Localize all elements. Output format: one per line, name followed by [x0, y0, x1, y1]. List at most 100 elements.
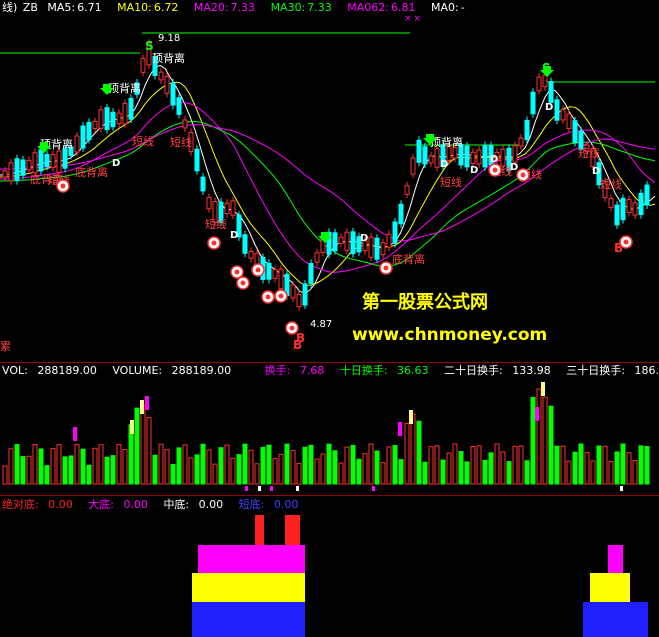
candle-body: [536, 76, 542, 92]
volume-bar: [440, 459, 446, 485]
volume-marker: [620, 486, 623, 491]
candle-body: [560, 109, 566, 121]
volume-bar: [638, 445, 644, 485]
bottom-indicator-canvas[interactable]: [0, 495, 659, 637]
candle-body: [158, 71, 164, 81]
volume-bar: [134, 407, 140, 485]
volume-bar: [344, 446, 350, 485]
candle-body: [470, 151, 476, 164]
candle-body: [176, 97, 182, 115]
bottom-signal-icon: [278, 293, 284, 299]
volume-marker: [270, 486, 273, 491]
candle-body: [374, 237, 380, 260]
candle-body: [464, 145, 470, 168]
volume-bar: [14, 444, 20, 485]
candle-body: [386, 233, 392, 248]
volume-bar: [452, 443, 458, 485]
annotation-label: 短线: [132, 134, 154, 148]
volume-bar: [302, 446, 308, 485]
candle-body: [206, 196, 212, 210]
volume-bar: [482, 459, 488, 485]
volume-bar: [20, 456, 26, 485]
candle-body: [314, 252, 320, 263]
volume-bar: [554, 445, 560, 485]
candle-body: [140, 58, 146, 73]
volume-bar: [38, 448, 44, 485]
candle-body: [512, 145, 518, 163]
candle-body: [290, 284, 296, 299]
indicator-block: [583, 602, 648, 637]
candle-body: [164, 76, 170, 94]
volume-bar: [566, 460, 572, 485]
volume-bar: [248, 449, 254, 485]
brand-url[interactable]: www.chnmoney.com: [352, 325, 547, 345]
price-chart-canvas[interactable]: 顶背离顶背离顶背离顶背离底背离底背离底背离短线短线短线短线短线短线短线短线短线D…: [0, 0, 659, 362]
candle-body: [230, 200, 236, 216]
indicator-block: [255, 515, 264, 545]
annotation-label: 短线: [440, 175, 462, 189]
volume-panel[interactable]: VOL: 288189.00 VOLUME: 288189.00 换手: 7.6…: [0, 362, 659, 495]
volume-marker: [245, 486, 248, 491]
volume-bar: [44, 465, 50, 485]
volume-bar: [572, 451, 578, 485]
volume-bar: [524, 460, 530, 485]
volume-bar: [170, 464, 176, 485]
volume-bars-canvas[interactable]: [0, 362, 659, 495]
candle-body: [56, 150, 62, 173]
volume-bar: [392, 445, 398, 485]
candle-body: [224, 202, 230, 215]
volume-bar: [236, 454, 242, 485]
volume-bar: [284, 443, 290, 485]
candle-body: [50, 154, 56, 169]
volume-bar: [500, 451, 506, 485]
volume-highlight: [130, 420, 134, 434]
candle-body: [332, 232, 338, 252]
volume-bar: [512, 445, 518, 485]
candle-body: [170, 82, 176, 106]
volume-bar: [158, 443, 164, 485]
annotation-label: 短线: [578, 146, 600, 160]
annotation-label: 短线: [170, 135, 192, 149]
volume-bar: [32, 443, 38, 485]
candle-body: [98, 109, 104, 129]
candle-body: [416, 139, 422, 163]
candle-body: [296, 293, 302, 308]
bottom-signal-icon: [623, 239, 629, 245]
low-price-label: 4.87: [310, 319, 333, 330]
candle-body: [308, 263, 314, 284]
volume-bar: [374, 450, 380, 485]
volume-bar: [164, 449, 170, 485]
volume-bar: [314, 458, 320, 485]
volume-bar: [320, 453, 326, 485]
volume-highlight: [73, 427, 77, 441]
volume-bar: [56, 444, 62, 485]
volume-bar: [356, 458, 362, 485]
volume-highlight: [398, 422, 402, 436]
candle-body: [242, 234, 248, 254]
candle-body: [62, 148, 68, 169]
volume-bar: [194, 454, 200, 485]
volume-bar: [398, 459, 404, 485]
candle-body: [8, 162, 14, 182]
volume-bar: [350, 444, 356, 485]
bottom-indicator-panel[interactable]: 绝对底: 0.00 大底: 0.00 中底: 0.00 短底: 0.00: [0, 495, 659, 637]
candle-body: [524, 119, 530, 141]
ma062-line: [0, 124, 656, 242]
signal-letter: D: [545, 102, 553, 113]
volume-bar: [632, 460, 638, 485]
volume-highlight: [409, 410, 413, 424]
volume-bar: [200, 443, 206, 485]
candle-body: [338, 236, 344, 244]
candle-body: [632, 202, 638, 216]
volume-bar: [140, 404, 146, 485]
price-chart-panel[interactable]: 线) ZB MA5: 6.71 MA10: 6.72 MA20: 7.33 MA30:…: [0, 0, 659, 362]
volume-bar: [380, 462, 386, 485]
volume-bar: [494, 443, 500, 485]
bottom-signal-icon: [240, 280, 246, 286]
volume-bar: [428, 446, 434, 485]
volume-bar: [26, 455, 32, 485]
signal-letter: D: [112, 158, 120, 169]
volume-bar: [410, 413, 416, 485]
candle-body: [302, 283, 308, 306]
indicator-block: [198, 545, 305, 573]
